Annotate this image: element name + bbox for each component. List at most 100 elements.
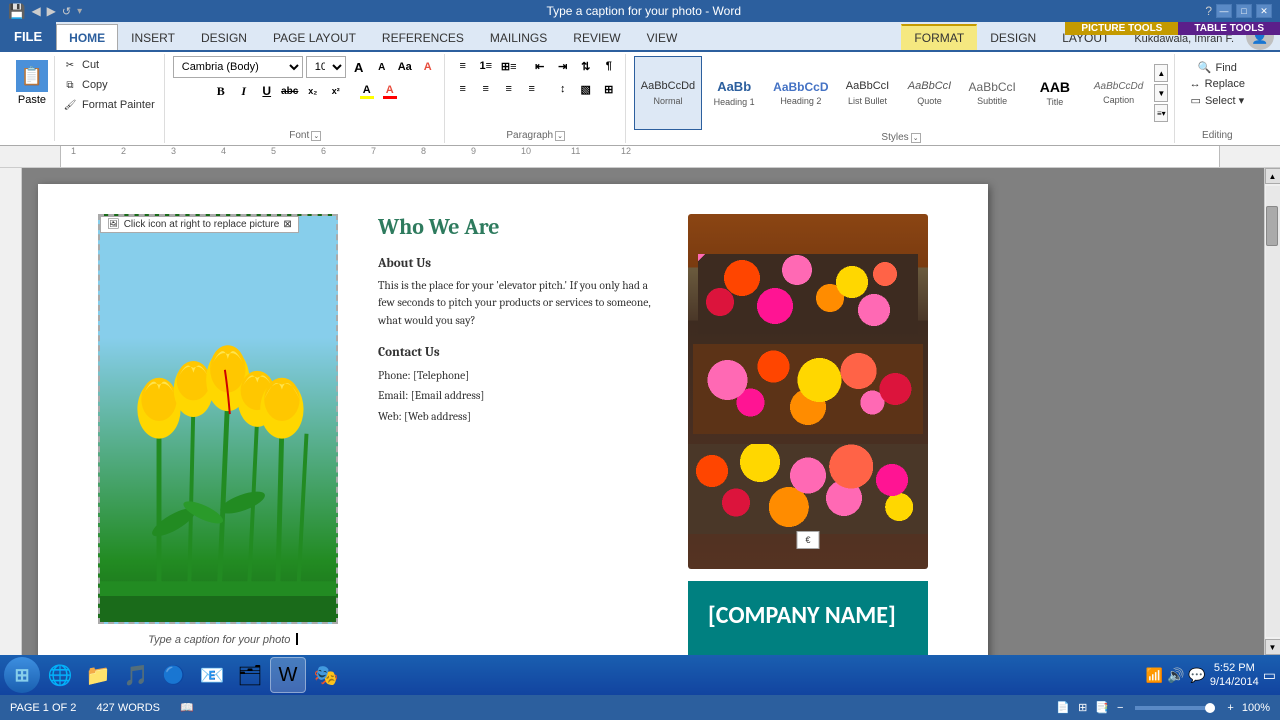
about-us-body[interactable]: This is the place for your 'elevator pit… [378,277,658,329]
zoom-slider[interactable] [1135,706,1215,710]
vertical-scrollbar[interactable]: ▲ ▼ [1264,168,1280,655]
styles-expander[interactable]: ⌄ [911,133,921,143]
replace-button[interactable]: ↔ Replace [1187,77,1248,91]
shading-button[interactable]: ▧ [576,79,596,99]
find-button[interactable]: 🔍 Find [1195,60,1240,75]
tab-page-layout[interactable]: PAGE LAYOUT [260,24,369,50]
tab-insert[interactable]: INSERT [118,24,188,50]
paste-button[interactable]: 📋 Paste [10,56,55,141]
change-case-button[interactable]: Aa [395,57,415,77]
font-color-button[interactable]: A [380,81,400,101]
image-tooltip: 🖼 Click icon at right to replace picture… [100,216,299,233]
style-heading2[interactable]: AaBbCcD Heading 2 [766,56,835,130]
tab-references[interactable]: REFERENCES [369,24,477,50]
align-left-button[interactable]: ≡ [453,79,473,99]
bold-button[interactable]: B [211,81,231,101]
taskbar-explorer[interactable]: 📁 [80,657,116,693]
font-shrink-button[interactable]: A [372,57,392,77]
start-button[interactable]: ⊞ [4,657,40,693]
show-desktop[interactable]: ▭ [1263,667,1276,684]
align-right-button[interactable]: ≡ [499,79,519,99]
view-icon2[interactable]: ⊞ [1078,701,1087,714]
taskbar-chrome[interactable]: 🔵 [156,657,192,693]
line-spacing-button[interactable]: ↕ [553,79,573,99]
maximize-button[interactable]: □ [1236,4,1252,18]
tab-file[interactable]: FILE [0,22,56,50]
tab-design[interactable]: DESIGN [188,24,260,50]
style-caption[interactable]: AaBbCcDd Caption [1087,56,1150,130]
underline-button[interactable]: U [257,81,277,101]
taskbar-word[interactable]: W [270,657,306,693]
multilevel-button[interactable]: ⊞≡ [499,56,519,76]
help-icon[interactable]: ? [1205,4,1212,18]
tab-home[interactable]: HOME [56,24,118,50]
text-highlight-button[interactable]: A [357,81,377,101]
close-button[interactable]: ✕ [1256,4,1272,18]
select-button[interactable]: ▭ Select ▾ [1188,93,1248,108]
web-line[interactable]: Web: [Web address] [378,407,658,428]
style-quote[interactable]: AaBbCcI Quote [900,56,960,130]
style-normal[interactable]: AaBbCcDd Normal [634,56,702,130]
taskbar-network[interactable]: 📶 [1146,667,1163,684]
numbering-button[interactable]: 1≡ [476,56,496,76]
scroll-up-button[interactable]: ▲ [1265,168,1280,184]
font-expander[interactable]: ⌄ [311,131,321,141]
style-subtitle[interactable]: AaBbCcI Subtitle [962,56,1023,130]
scroll-thumb[interactable] [1266,206,1278,246]
decrease-indent-button[interactable]: ⇤ [530,56,550,76]
view-icon3[interactable]: 📑 [1095,701,1109,714]
superscript-button[interactable]: x² [326,81,346,101]
taskbar-notification[interactable]: 💬 [1188,667,1205,684]
styles-scroll-down[interactable]: ▼ [1154,84,1168,102]
format-painter-button[interactable]: 🖌 Format Painter [59,96,158,114]
contact-us-heading[interactable]: Contact Us [378,345,658,360]
style-title[interactable]: AAB Title [1025,56,1085,130]
style-list-bullet[interactable]: AaBbCcI List Bullet [838,56,898,130]
tab-format[interactable]: FORMAT [901,24,977,50]
zoom-in-button[interactable]: + [1227,702,1233,714]
scroll-track[interactable] [1266,186,1280,637]
strikethrough-button[interactable]: abc [280,81,300,101]
caption-area[interactable]: Type a caption for your photo [98,630,348,648]
phone-line[interactable]: Phone: [Telephone] [378,366,658,387]
styles-more[interactable]: ≡▾ [1154,104,1168,122]
styles-scroll-up[interactable]: ▲ [1154,64,1168,82]
cut-button[interactable]: ✂ Cut [59,56,158,74]
taskbar-ie[interactable]: 🌐 [42,657,78,693]
italic-button[interactable]: I [234,81,254,101]
subscript-button[interactable]: x₂ [303,81,323,101]
show-marks-button[interactable]: ¶ [599,56,619,76]
taskbar-sound[interactable]: 🔊 [1167,667,1184,684]
company-box[interactable]: [COMPANY NAME] [688,581,928,655]
copy-button[interactable]: ⧉ Copy [59,76,158,94]
email-line[interactable]: Email: [Email address] [378,386,658,407]
align-center-button[interactable]: ≡ [476,79,496,99]
tab-review[interactable]: REVIEW [560,24,633,50]
minimize-button[interactable]: — [1216,4,1232,18]
style-heading1[interactable]: AaBb Heading 1 [704,56,764,130]
who-we-are-heading[interactable]: Who We Are [378,214,658,240]
font-size-select[interactable]: 10 [306,56,346,78]
zoom-out-button[interactable]: − [1117,702,1123,714]
scroll-down-button[interactable]: ▼ [1265,639,1280,655]
taskbar-media[interactable]: 🎵 [118,657,154,693]
main-image[interactable]: 🖼 Click icon at right to replace picture… [98,214,338,624]
tab-design-table[interactable]: DESIGN [977,24,1049,50]
view-icon1[interactable]: 📄 [1056,701,1070,714]
paragraph-expander[interactable]: ⌄ [555,131,565,141]
sort-button[interactable]: ⇅ [576,56,596,76]
tab-view[interactable]: VIEW [634,24,691,50]
tab-mailings[interactable]: MAILINGS [477,24,560,50]
bullets-button[interactable]: ≡ [453,56,473,76]
font-family-select[interactable]: Cambria (Body) [173,56,303,78]
font-grow-button[interactable]: A [349,57,369,77]
clear-formatting-button[interactable]: A [418,57,438,77]
justify-button[interactable]: ≡ [522,79,542,99]
taskbar-outlook[interactable]: 📧 [194,657,230,693]
about-us-heading[interactable]: About Us [378,256,658,271]
taskbar-folder2[interactable]: 🗂 [232,657,268,693]
doc-page[interactable]: 🖼 Click icon at right to replace picture… [38,184,988,655]
borders-button[interactable]: ⊞ [599,79,619,99]
increase-indent-button[interactable]: ⇥ [553,56,573,76]
taskbar-app[interactable]: 🎭 [308,657,344,693]
